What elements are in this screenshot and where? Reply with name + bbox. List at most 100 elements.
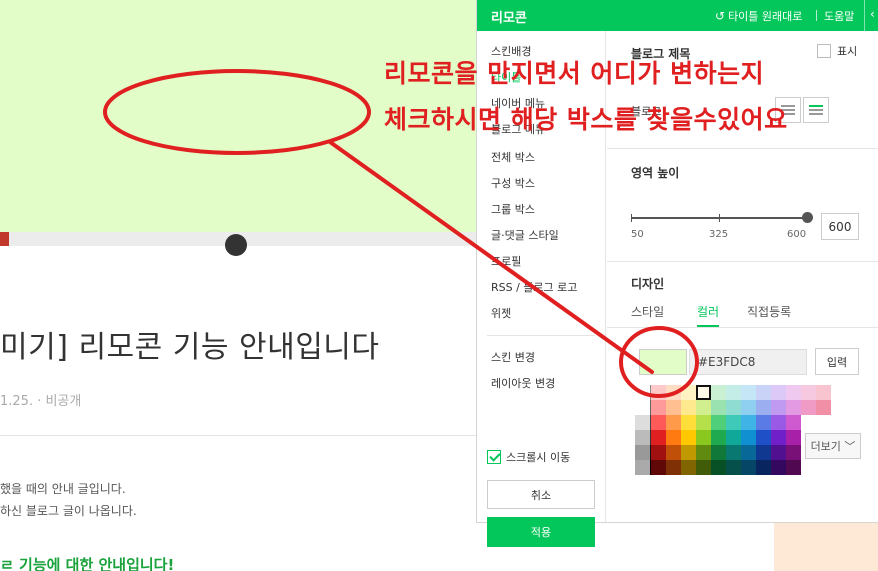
- color-swatch[interactable]: [651, 400, 666, 415]
- menu-item-widget[interactable]: 위젯: [491, 305, 511, 321]
- color-swatch[interactable]: [681, 400, 696, 415]
- area-height-title: 영역 높이: [631, 166, 680, 180]
- color-swatch[interactable]: [666, 430, 681, 445]
- color-swatch[interactable]: [711, 415, 726, 430]
- color-swatch[interactable]: [681, 430, 696, 445]
- show-title-checkbox[interactable]: 표시: [817, 43, 857, 59]
- color-swatch[interactable]: [726, 385, 741, 400]
- help-button[interactable]: 도움말: [824, 8, 854, 24]
- color-swatch[interactable]: [741, 415, 756, 430]
- layout-change-link[interactable]: 레이아웃 변경: [491, 375, 555, 391]
- scroll-move-checkbox[interactable]: 스크롤시 이동: [487, 449, 570, 465]
- menu-item-post-style[interactable]: 글·댓글 스타일: [491, 227, 559, 243]
- color-swatch[interactable]: [651, 430, 666, 445]
- cancel-button[interactable]: 취소: [487, 480, 595, 509]
- color-swatch[interactable]: [726, 400, 741, 415]
- color-swatch[interactable]: [816, 385, 831, 400]
- gray-swatch[interactable]: [635, 460, 650, 475]
- remocon-title: 리모콘: [491, 11, 527, 26]
- color-swatch[interactable]: [771, 460, 786, 475]
- gray-swatch[interactable]: [635, 385, 650, 400]
- color-swatch[interactable]: [726, 430, 741, 445]
- color-swatch[interactable]: [666, 460, 681, 475]
- color-swatch[interactable]: [756, 460, 771, 475]
- color-swatch[interactable]: [786, 415, 801, 430]
- color-swatch[interactable]: [696, 460, 711, 475]
- menu-item-whole-box[interactable]: 전체 박스: [491, 149, 535, 165]
- color-swatch[interactable]: [816, 400, 831, 415]
- color-swatch[interactable]: [696, 415, 711, 430]
- color-swatch[interactable]: [651, 385, 666, 400]
- color-swatch[interactable]: [711, 430, 726, 445]
- color-swatch[interactable]: [681, 415, 696, 430]
- color-swatch[interactable]: [786, 400, 801, 415]
- post-title[interactable]: 미기] 리모콘 기능 안내입니다: [0, 322, 380, 366]
- color-swatch[interactable]: [651, 445, 666, 460]
- more-colors-button[interactable]: 더보기 ﹀: [805, 433, 861, 459]
- color-swatch[interactable]: [741, 460, 756, 475]
- slider-handle[interactable]: [802, 212, 813, 223]
- color-hex-input[interactable]: #E3FDC8: [689, 349, 807, 375]
- menu-item-rss-logo[interactable]: RSS / 블로그 로고: [491, 279, 577, 295]
- color-swatch[interactable]: [681, 445, 696, 460]
- color-swatch[interactable]: [726, 445, 741, 460]
- color-swatch[interactable]: [771, 415, 786, 430]
- gray-swatch[interactable]: [635, 400, 650, 415]
- color-swatch[interactable]: [741, 385, 756, 400]
- tab-custom[interactable]: 직접등록: [747, 303, 791, 320]
- color-swatch[interactable]: [756, 415, 771, 430]
- color-swatch[interactable]: [696, 430, 711, 445]
- tab-color[interactable]: 컬러: [697, 303, 719, 320]
- color-swatch[interactable]: [771, 445, 786, 460]
- color-swatch[interactable]: [711, 400, 726, 415]
- color-swatch[interactable]: [771, 385, 786, 400]
- more-label: 더보기: [810, 440, 841, 453]
- height-value-input[interactable]: 600: [821, 213, 859, 240]
- color-swatch[interactable]: [651, 415, 666, 430]
- color-swatch[interactable]: [711, 385, 726, 400]
- color-swatch[interactable]: [786, 430, 801, 445]
- color-swatch[interactable]: [786, 385, 801, 400]
- apply-button[interactable]: 적용: [487, 517, 595, 547]
- color-swatch[interactable]: [711, 445, 726, 460]
- color-swatch[interactable]: [666, 445, 681, 460]
- color-swatch[interactable]: [801, 385, 816, 400]
- color-swatch[interactable]: [756, 385, 771, 400]
- color-swatch-selected[interactable]: [696, 385, 711, 400]
- tab-style[interactable]: 스타일: [631, 303, 664, 320]
- gray-swatch[interactable]: [635, 445, 650, 460]
- color-swatch[interactable]: [756, 400, 771, 415]
- color-swatch[interactable]: [666, 400, 681, 415]
- color-swatch[interactable]: [801, 400, 816, 415]
- color-swatch[interactable]: [741, 430, 756, 445]
- color-swatch[interactable]: [741, 445, 756, 460]
- color-swatch[interactable]: [756, 445, 771, 460]
- reset-icon: ↺: [715, 9, 726, 23]
- color-swatch[interactable]: [666, 385, 681, 400]
- color-swatch[interactable]: [681, 385, 696, 400]
- color-swatch[interactable]: [726, 415, 741, 430]
- color-swatch[interactable]: [786, 460, 801, 475]
- color-enter-button[interactable]: 입력: [815, 348, 859, 375]
- chevron-left-icon[interactable]: ‹: [870, 7, 875, 21]
- menu-item-structure-box[interactable]: 구성 박스: [491, 175, 535, 191]
- color-swatch[interactable]: [726, 460, 741, 475]
- align-left-button[interactable]: [803, 97, 829, 123]
- menu-item-profile[interactable]: 프로필: [491, 253, 521, 269]
- color-swatch[interactable]: [711, 460, 726, 475]
- color-swatch[interactable]: [696, 445, 711, 460]
- color-swatch[interactable]: [666, 415, 681, 430]
- gray-swatch[interactable]: [635, 415, 650, 430]
- color-swatch[interactable]: [681, 460, 696, 475]
- color-swatch[interactable]: [771, 400, 786, 415]
- reset-title-button[interactable]: ↺ 타이틀 원래대로: [715, 8, 802, 24]
- color-swatch[interactable]: [696, 400, 711, 415]
- color-swatch[interactable]: [771, 430, 786, 445]
- gray-swatch[interactable]: [635, 430, 650, 445]
- color-swatch[interactable]: [651, 460, 666, 475]
- color-swatch[interactable]: [756, 430, 771, 445]
- color-swatch[interactable]: [741, 400, 756, 415]
- menu-item-group-box[interactable]: 그룹 박스: [491, 201, 535, 217]
- color-swatch[interactable]: [786, 445, 801, 460]
- skin-change-link[interactable]: 스킨 변경: [491, 349, 535, 365]
